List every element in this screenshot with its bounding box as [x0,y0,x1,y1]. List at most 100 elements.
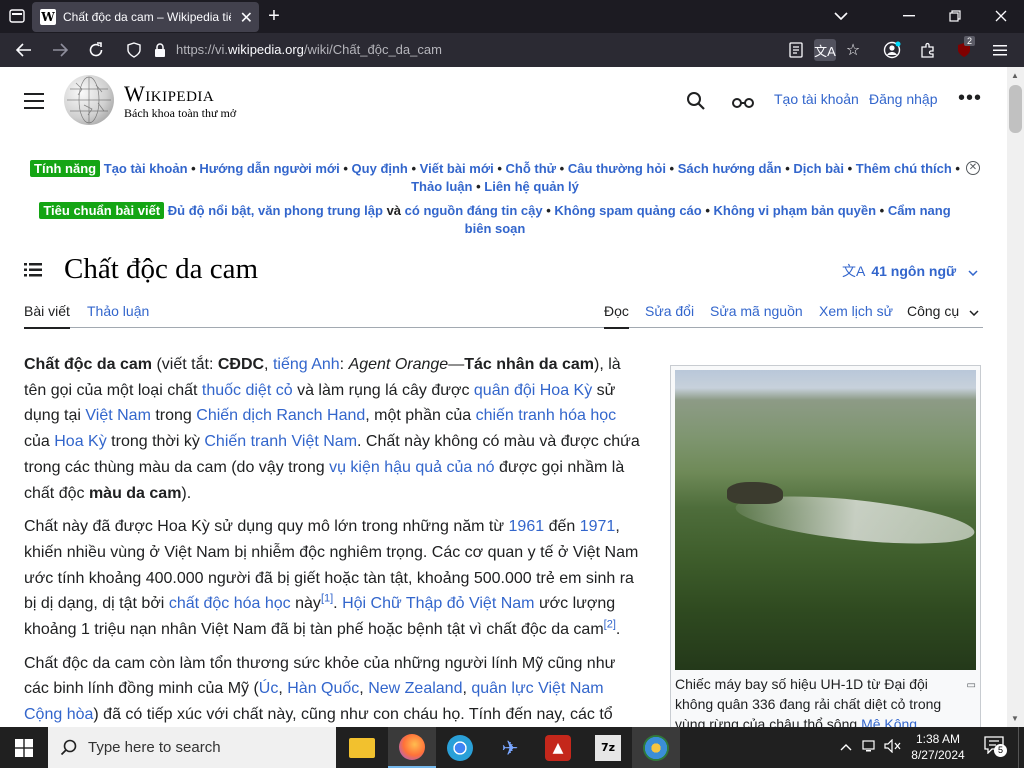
active-tab[interactable]: W Chất độc da cam – Wikipedia tiếng Việt… [32,2,259,32]
scroll-down-icon[interactable]: ▼ [1011,714,1019,723]
reload-icon[interactable] [86,41,106,59]
reference-link[interactable]: [1] [321,593,333,605]
back-icon[interactable] [14,41,34,59]
tab-article[interactable]: Bài viết [24,303,70,329]
new-tab-icon[interactable]: + [265,5,283,27]
notice-link[interactable]: có nguồn đáng tin cậy [405,203,543,218]
article-link[interactable]: Việt Nam [85,407,151,424]
globe-app-icon[interactable] [632,727,680,768]
wikipedia-globe-logo[interactable] [64,75,114,125]
tab-history[interactable]: Xem lịch sử [819,303,893,319]
notice-label-standards: Tiêu chuẩn bài viết [39,202,165,219]
notice-link[interactable]: Không spam quảng cáo [554,203,701,218]
enlarge-image-icon[interactable]: ▭ [967,676,976,696]
wikipedia-wordmark[interactable]: Wikipedia [124,81,214,107]
tab-talk[interactable]: Thảo luận [87,303,149,319]
article-link[interactable]: thuốc diệt cỏ [202,382,293,399]
show-hidden-icons-icon[interactable] [840,739,852,754]
notice-link[interactable]: Thêm chú thích [856,161,952,176]
chrome-icon[interactable] [436,727,484,768]
notice-link[interactable]: Thảo luận [411,179,472,194]
taskbar-search-box[interactable]: Type here to search [48,727,336,768]
table-of-contents-icon[interactable] [24,262,42,283]
red-app-icon[interactable]: ▲ [534,727,582,768]
notice-link[interactable]: Tạo tài khoản [104,161,188,176]
translate-icon[interactable]: 文A [814,39,836,61]
search-icon[interactable] [686,91,708,113]
dismiss-notice-icon[interactable]: ✕ [966,161,980,175]
7zip-icon[interactable]: 7z [584,727,632,768]
article-link[interactable]: Chiến tranh Việt Nam [204,433,357,450]
account-icon[interactable] [882,41,902,59]
url-field[interactable]: https://vi.wikipedia.org/wiki/Chất_độc_d… [176,42,442,57]
bookmark-star-icon[interactable]: ☆ [843,41,863,59]
restore-icon[interactable] [946,7,964,25]
scroll-up-icon[interactable]: ▲ [1011,71,1019,80]
article-link[interactable]: New Zealand [368,680,462,697]
file-explorer-icon[interactable] [338,727,386,768]
article-link[interactable]: tiếng Anh [273,356,340,373]
show-desktop-button[interactable] [1018,727,1024,768]
notice-link[interactable]: Viết bài mới [420,161,494,176]
tab-overview-icon[interactable] [8,7,26,25]
tab-read[interactable]: Đọc [604,303,629,329]
firefox-icon[interactable] [388,727,436,768]
article-link[interactable]: Úc [259,680,279,697]
more-options-icon[interactable]: ••• [958,87,982,110]
windows-start-icon[interactable] [0,727,48,768]
tools-menu[interactable]: Công cụ [907,303,979,319]
minimize-icon[interactable] [900,7,918,25]
appearance-glasses-icon[interactable] [732,93,754,114]
notice-link[interactable]: Liên hệ quản lý [484,179,579,194]
taskbar-clock[interactable]: 1:38 AM 8/27/2024 [898,731,978,763]
infobox-image: Chiếc máy bay số hiệu UH-1D từ Đại đội k… [670,365,981,727]
body-text: trong thời kỳ [106,433,205,451]
caption-link-mekong[interactable]: Mê Kông [861,716,917,727]
body-text: , một phần của [365,407,476,425]
app-menu-icon[interactable] [990,41,1010,59]
article-link[interactable]: chiến tranh hóa học [476,407,617,424]
article-link[interactable]: Hoa Kỳ [54,433,106,450]
reader-view-icon[interactable] [786,41,806,59]
scrollbar-thumb[interactable] [1009,85,1022,133]
login-link[interactable]: Đăng nhập [869,91,938,107]
main-menu-icon[interactable] [24,93,44,109]
notice-link[interactable]: Dịch bài [793,161,844,176]
ublock-shield-icon[interactable]: 2 [954,36,976,59]
notice-link[interactable]: Đủ độ nổi bật, văn phong trung lập [168,203,383,218]
notice-link[interactable]: Không vi phạm bản quyền [714,203,877,218]
notice-link[interactable]: Câu thường hỏi [568,161,666,176]
language-button[interactable]: 文A 41 ngôn ngữ [842,261,978,281]
network-icon[interactable] [862,739,878,756]
list-all-tabs-icon[interactable] [832,7,850,25]
notice-link[interactable]: Chỗ thử [505,161,556,176]
bold-text: Tác nhân da cam [464,356,595,373]
notice-link[interactable]: Quy định [352,161,408,176]
close-tab-icon[interactable]: ✕ [240,8,253,28]
forward-icon[interactable] [50,41,70,59]
tab-edit[interactable]: Sửa đổi [645,303,694,319]
bird-app-icon[interactable]: ✈ [486,727,534,768]
article-link[interactable]: quân đội Hoa Kỳ [474,382,592,399]
article-link[interactable]: Hội Chữ Thập đỏ Việt Nam [342,595,534,612]
page-scrollbar[interactable]: ▲ ▼ [1007,67,1024,727]
lock-icon[interactable] [150,41,170,59]
notice-link[interactable]: Sách hướng dẫn [678,161,782,176]
article-link[interactable]: 1961 [509,518,545,535]
create-account-link[interactable]: Tạo tài khoản [774,91,859,107]
helicopter-spraying-photo[interactable] [675,370,976,670]
article-link[interactable]: vụ kiện hậu quả của nó [329,459,494,476]
article-link[interactable]: Hàn Quốc [287,680,359,697]
reference-link[interactable]: [2] [604,619,616,631]
article-link[interactable]: Chiến dịch Ranch Hand [196,407,365,424]
extensions-puzzle-icon[interactable] [918,41,938,59]
tab-edit-source[interactable]: Sửa mã nguồn [710,303,803,319]
tracking-protection-shield-icon[interactable] [124,41,144,59]
chevron-down-icon [969,310,979,317]
body-text: đến [544,518,580,536]
article-link[interactable]: 1971 [580,518,616,535]
article-link[interactable]: chất độc hóa học [169,595,291,612]
notifications-icon[interactable]: 5 [984,736,1007,757]
notice-link[interactable]: Hướng dẫn người mới [199,161,339,176]
close-window-icon[interactable] [992,7,1010,25]
